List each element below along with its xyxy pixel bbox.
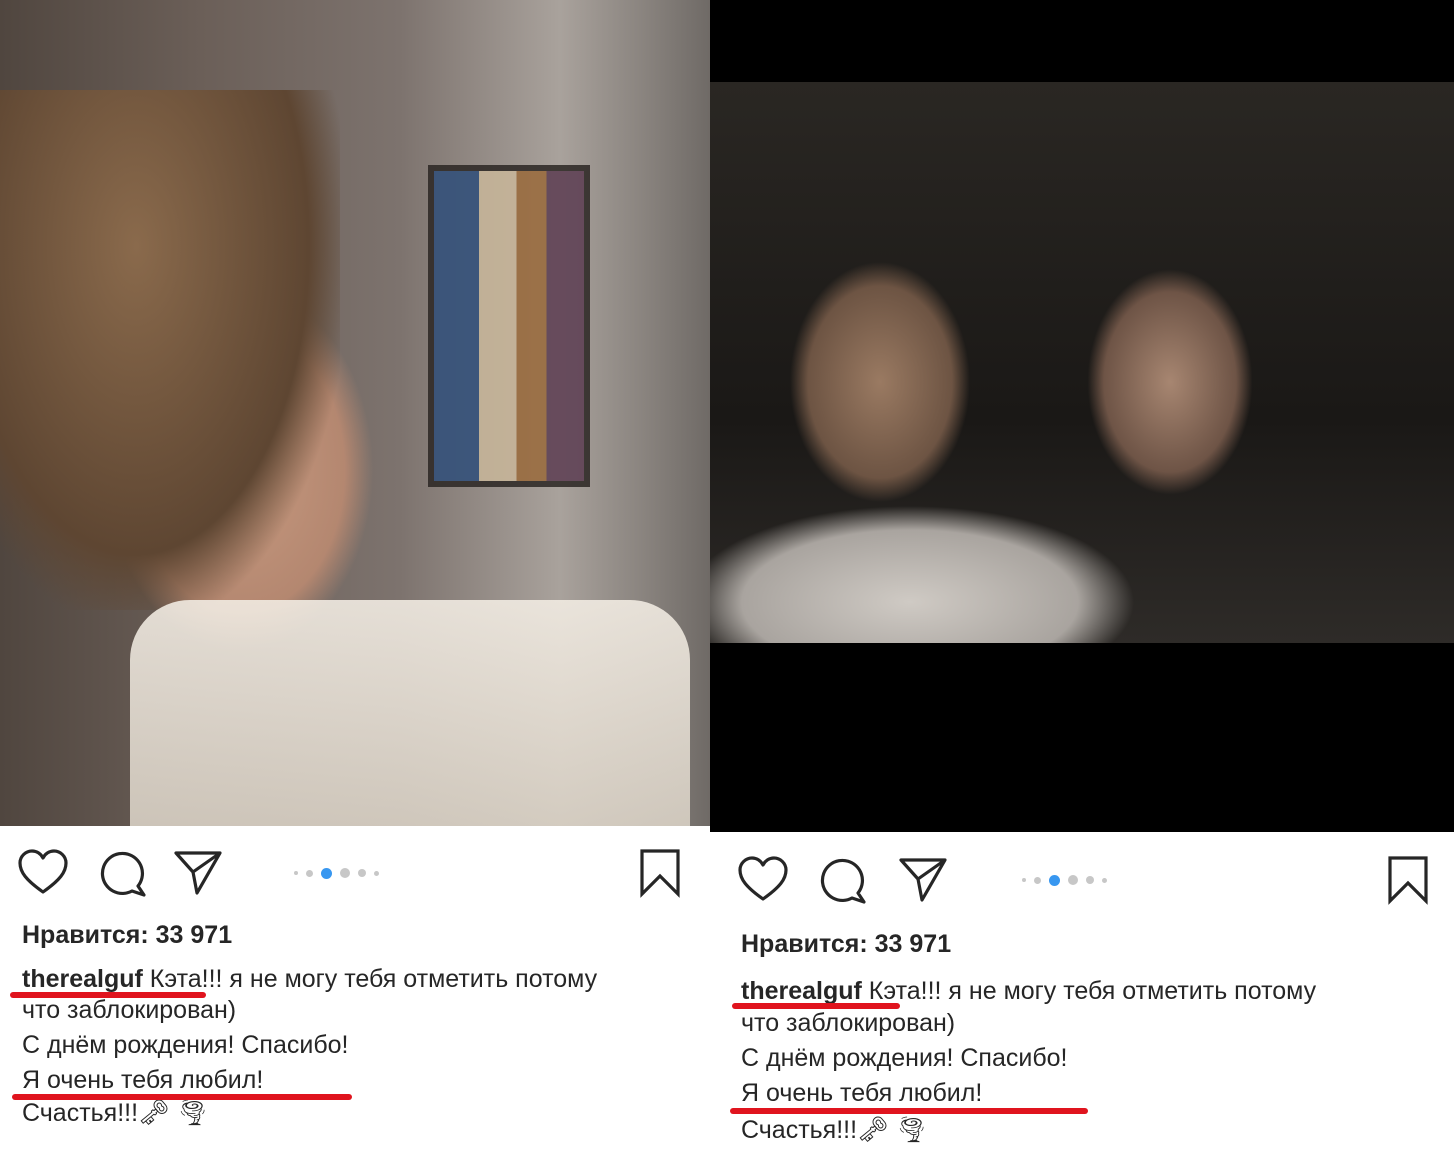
carousel-dot — [1034, 876, 1041, 884]
carousel-dot — [306, 869, 313, 877]
carousel-dots — [290, 867, 383, 879]
bookmark-icon[interactable] — [1386, 855, 1430, 905]
action-bar — [738, 855, 1428, 905]
carousel-dot — [294, 871, 298, 875]
annotation-underline — [10, 992, 206, 998]
post-left: Нравится: 33 971 therealguf Кэта!!! я не… — [0, 0, 710, 1162]
caption-text: Кэта!!! я не могу тебя отметить потому — [142, 965, 598, 993]
caption-line: Я очень тебя любил! — [22, 1066, 264, 1094]
caption-line: Счастья!!!🗝 🌪 — [22, 1099, 209, 1127]
carousel-dots — [1018, 874, 1111, 886]
action-bar — [18, 848, 698, 898]
caption-text: Кэта!!! я не могу тебя отметить потому — [861, 977, 1317, 1005]
carousel-dot — [1022, 878, 1026, 882]
bookmark-icon[interactable] — [638, 848, 682, 898]
comment-icon[interactable] — [98, 848, 148, 898]
caption-line: С днём рождения! Спасибо! — [741, 1044, 1068, 1072]
comment-icon[interactable] — [818, 855, 868, 905]
caption-line: Я очень тебя любил! — [741, 1079, 983, 1107]
username-link[interactable]: therealguf — [22, 965, 143, 993]
photo-detail — [0, 90, 340, 610]
carousel-dot — [1086, 876, 1094, 884]
heart-icon[interactable] — [738, 855, 788, 905]
carousel-dot — [1068, 875, 1078, 885]
caption-line: Счастья!!!🗝 🌪 — [741, 1116, 928, 1144]
likes-count[interactable]: Нравится: 33 971 — [22, 920, 232, 951]
carousel-dot — [374, 870, 379, 876]
carousel-dot — [1102, 877, 1107, 883]
carousel-dot — [358, 869, 366, 877]
annotation-underline — [732, 1003, 900, 1009]
photo-detail — [428, 165, 590, 487]
annotation-underline — [12, 1094, 352, 1100]
carousel-dot-active — [321, 867, 332, 879]
photo-detail — [710, 82, 1454, 643]
share-icon[interactable] — [173, 848, 223, 898]
post-photo[interactable] — [0, 0, 710, 826]
annotation-underline — [730, 1108, 1088, 1114]
likes-count[interactable]: Нравится: 33 971 — [741, 929, 951, 960]
share-icon[interactable] — [898, 855, 948, 905]
caption-line: therealguf Кэта!!! я не могу тебя отмети… — [22, 964, 597, 995]
caption-line: что заблокирован) — [22, 996, 237, 1024]
photo-detail — [130, 600, 690, 826]
heart-icon[interactable] — [18, 848, 68, 898]
carousel-dot-active — [1049, 874, 1060, 886]
post-right: Нравится: 33 971 therealguf Кэта!!! я не… — [710, 0, 1454, 1162]
caption-line: С днём рождения! Спасибо! — [22, 1031, 349, 1059]
carousel-dot — [340, 868, 350, 878]
caption-line: что заблокирован) — [741, 1009, 956, 1037]
username-link[interactable]: therealguf — [741, 977, 862, 1005]
post-photo[interactable] — [710, 0, 1454, 832]
